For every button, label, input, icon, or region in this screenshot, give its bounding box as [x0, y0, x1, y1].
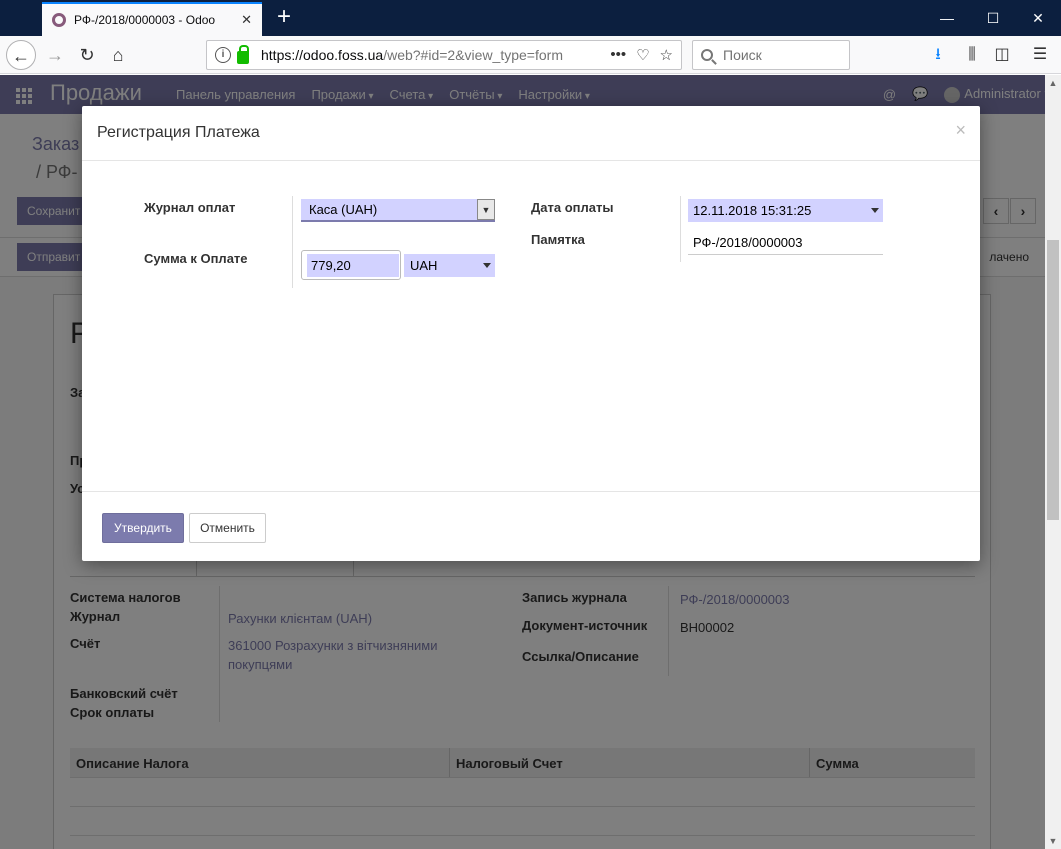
caret-down-icon [483, 263, 491, 268]
cancel-button[interactable]: Отменить [189, 513, 266, 543]
sidebar-icon[interactable]: ◫ [991, 44, 1013, 66]
search-placeholder: Поиск [723, 47, 762, 63]
close-icon[interactable]: × [955, 120, 966, 141]
modal-title: Регистрация Платежа [97, 124, 260, 141]
caret-down-icon [871, 208, 879, 213]
pocket-icon[interactable]: ♡ [636, 46, 649, 64]
maximize-button[interactable]: ☐ [970, 0, 1016, 36]
hamburger-menu-icon[interactable]: ☰ [1029, 44, 1051, 66]
tab-close-icon[interactable]: ✕ [241, 12, 252, 28]
back-arrow-icon[interactable]: ← [6, 40, 36, 70]
scrollbar-thumb[interactable] [1047, 240, 1059, 520]
close-window-button[interactable]: ✕ [1015, 0, 1061, 36]
browser-tab[interactable]: РФ-/2018/0000003 - Odoo ✕ [42, 2, 262, 36]
modal-header: Регистрация Платежа × [82, 106, 980, 161]
modal-footer: Утвердить Отменить [82, 491, 980, 561]
bookmark-star-icon[interactable]: ☆ [660, 46, 673, 64]
amount-input[interactable]: 779,20 [307, 254, 399, 277]
site-info-icon[interactable]: i [215, 47, 231, 63]
url-bar[interactable]: i https://odoo.foss.ua/web?#id=2&view_ty… [206, 40, 682, 70]
home-icon[interactable]: ⌂ [103, 40, 133, 70]
browser-titlebar: РФ-/2018/0000003 - Odoo ✕ + — ☐ ✕ [0, 0, 1061, 36]
confirm-button[interactable]: Утвердить [102, 513, 184, 543]
search-icon [701, 49, 713, 61]
minimize-button[interactable]: — [924, 0, 970, 36]
page-actions-icon[interactable]: ••• [610, 46, 626, 64]
forward-arrow-icon[interactable]: → [40, 40, 70, 70]
download-icon[interactable]: ⭳ [927, 44, 949, 66]
payment-journal-label: Журнал оплат [144, 200, 236, 215]
reload-icon[interactable]: ↻ [72, 40, 102, 70]
scroll-down-icon[interactable]: ▼ [1045, 833, 1061, 849]
currency-select[interactable]: UAH [404, 254, 495, 277]
memo-label: Памятка [531, 232, 585, 247]
tab-title: РФ-/2018/0000003 - Odoo [74, 13, 216, 27]
chevron-down-icon[interactable]: ▼ [477, 199, 495, 220]
payment-date-label: Дата оплаты [531, 200, 614, 215]
odoo-favicon-icon [52, 13, 66, 27]
scroll-up-icon[interactable]: ▲ [1045, 75, 1061, 91]
search-input[interactable]: Поиск [692, 40, 850, 70]
url-text[interactable]: https://odoo.foss.ua/web?#id=2&view_type… [261, 47, 604, 63]
lock-icon [237, 44, 249, 64]
amount-label: Сумма к Оплате [144, 251, 248, 266]
new-tab-button[interactable]: + [270, 4, 298, 32]
register-payment-dialog: Регистрация Платежа × Журнал оплат Сумма… [82, 106, 980, 561]
library-icon[interactable]: ⫼ [961, 44, 983, 66]
payment-date-input[interactable]: 12.11.2018 15:31:25 [688, 199, 883, 222]
memo-input[interactable]: РФ-/2018/0000003 [688, 231, 883, 255]
browser-navbar: ← → ↻ ⌂ i https://odoo.foss.ua/web?#id=2… [0, 36, 1061, 74]
payment-journal-select[interactable]: Каса (UAH) ▼ [301, 199, 495, 222]
